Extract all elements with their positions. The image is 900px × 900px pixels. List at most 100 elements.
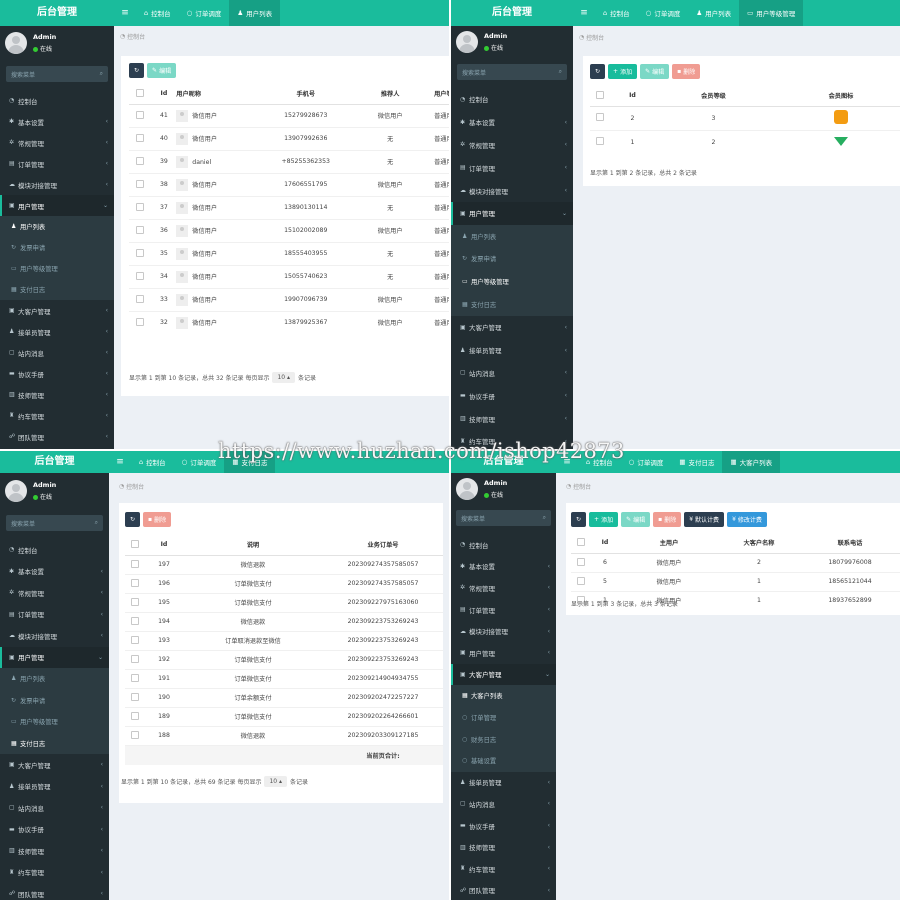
tab-dashboard[interactable]: ⌂ 控制台 xyxy=(131,451,174,473)
delete-button[interactable]: ▪ 删除 xyxy=(672,64,701,79)
sidebar-item-tech[interactable]: ▥ 技师管理 ‹ xyxy=(451,836,556,858)
table-row[interactable]: 32微信用户13879925367微信用户普通用户 xyxy=(129,310,449,334)
sidebar-subitem-user-level[interactable]: ▭ 用户等级管理 xyxy=(451,270,573,294)
edit-button[interactable]: ✎ 编辑 xyxy=(640,64,670,79)
sidebar-item-big-customer[interactable]: ▣ 大客户管理 ‹ xyxy=(0,754,109,776)
table-row[interactable]: 39 daniel +85255362353无普通用户 xyxy=(129,149,449,173)
table-row[interactable]: 5 微信用户 1 18565121044 xyxy=(571,571,900,591)
sidebar-item-messages[interactable]: ▢ 站内消息 ‹ xyxy=(451,362,573,385)
edit-button[interactable]: ✎ 编辑 xyxy=(621,512,651,527)
sidebar-item-modules[interactable]: ☁ 模块对接管理 ‹ xyxy=(0,174,114,195)
sidebar-item-team[interactable]: ☍ 团队管理 ‹ xyxy=(0,426,114,447)
table-row[interactable]: 192 订单微信支付 202309223753269243 xyxy=(125,649,443,669)
row-checkbox[interactable] xyxy=(136,156,145,165)
sidebar-item-car[interactable]: ♜ 约车管理 ‹ xyxy=(451,858,556,880)
table-row[interactable]: 23 xyxy=(590,105,900,130)
table-row[interactable]: 196 订单微信支付 202309274357585057 xyxy=(125,573,443,593)
row-checkbox[interactable] xyxy=(136,202,145,211)
sidebar-subitem-pay-log[interactable]: ▦ 支付日志 xyxy=(451,293,573,316)
sidebar-item-messages[interactable]: ▢ 站内消息 ‹ xyxy=(0,797,109,819)
row-checkbox[interactable] xyxy=(131,559,139,568)
table-row[interactable]: 193 订单取消退款至微信 202309223753269243 xyxy=(125,630,443,650)
row-checkbox[interactable] xyxy=(131,730,139,739)
sidebar-item-tech[interactable]: ▥ 技师管理 ‹ xyxy=(0,840,109,862)
table-row[interactable]: 12 xyxy=(590,129,900,154)
refresh-button[interactable]: ↻ xyxy=(571,512,587,527)
sidebar-item-dashboard[interactable]: ◔ 控制台 xyxy=(451,534,556,556)
tab-big-customer-list[interactable]: ▦ 大客户列表 xyxy=(722,451,781,473)
sidebar-item-tech[interactable]: ▥ 技师管理 ‹ xyxy=(0,384,114,405)
sidebar-item-agreement[interactable]: ▬ 协议手册 ‹ xyxy=(0,363,114,384)
tab-dashboard[interactable]: ⌂ 控制台 xyxy=(595,0,638,26)
sidebar-item-orders[interactable]: ▤ 订单管理 ‹ xyxy=(0,153,114,174)
tab-dashboard[interactable]: ⌂ 控制台 xyxy=(136,0,179,26)
select-all-checkbox[interactable] xyxy=(131,539,139,548)
sidebar-subitem-finance-log[interactable]: ○ 财务日志 xyxy=(451,728,556,750)
table-row[interactable]: 6 微信用户 2 18079976008 xyxy=(571,552,900,572)
tab-order-dispatch[interactable]: ○ 订单调度 xyxy=(638,0,689,26)
sidebar-subitem-withdraw[interactable]: ↻ 发票申请 xyxy=(0,689,109,711)
row-checkbox[interactable] xyxy=(136,294,145,303)
sidebar-item-receiver[interactable]: ♟ 接单员管理 ‹ xyxy=(451,772,556,794)
sidebar-subitem-basic-settings[interactable]: ○ 基础设置 xyxy=(451,749,556,772)
refresh-button[interactable]: ↻ xyxy=(590,64,606,79)
table-row[interactable]: 190 订单余额支付 202309202472257227 xyxy=(125,687,443,707)
sidebar-item-users[interactable]: ▣ 用户管理 ⌄ xyxy=(0,646,109,668)
add-button[interactable]: + 添加 xyxy=(589,512,619,527)
sidebar-item-users[interactable]: ▣ 用户管理 ‹ xyxy=(451,642,556,664)
refresh-button[interactable]: ↻ xyxy=(129,63,145,78)
row-checkbox[interactable] xyxy=(131,578,139,587)
tab-user-list[interactable]: ♟ 用户列表 xyxy=(229,0,281,26)
menu-toggle-icon[interactable]: ≡ xyxy=(114,0,136,26)
tab-pay-log[interactable]: ▦ 支付日志 xyxy=(671,451,722,473)
tab-order-dispatch[interactable]: ○ 订单调度 xyxy=(174,451,225,473)
sidebar-item-users[interactable]: ▣ 用户管理 ⌄ xyxy=(451,201,573,225)
row-checkbox[interactable] xyxy=(136,271,145,280)
table-row[interactable]: 36微信用户15102002089微信用户普通用户 xyxy=(129,218,449,242)
sidebar-item-general[interactable]: ✲ 常规管理 ‹ xyxy=(0,582,109,604)
table-row[interactable]: 35 微信用户 18555403955无普通用户 xyxy=(129,241,449,265)
sidebar-subitem-user-list[interactable]: ♟ 用户列表 xyxy=(0,668,109,690)
sidebar-item-dashboard[interactable]: ◔ 控制台 xyxy=(0,539,109,561)
row-checkbox[interactable] xyxy=(131,673,139,682)
sidebar-item-receiver[interactable]: ♟ 接单员管理 ‹ xyxy=(0,776,109,798)
page-size-select[interactable]: 10 ▴ xyxy=(272,372,296,383)
sidebar-item-messages[interactable]: ▢ 站内消息 ‹ xyxy=(0,342,114,363)
sidebar-item-orders[interactable]: ▤ 订单管理 ‹ xyxy=(451,156,573,179)
sidebar-subitem-user-list[interactable]: ♟ 用户列表 xyxy=(0,216,114,237)
sidebar-item-team[interactable]: ☍ 团队管理 ‹ xyxy=(451,880,556,900)
tab-order-dispatch[interactable]: ○ 订单调度 xyxy=(621,451,672,473)
table-row[interactable]: 34 微信用户 15055740623无普通用户 xyxy=(129,264,449,288)
menu-search-input[interactable]: 搜索菜单 ⌕ xyxy=(6,515,103,531)
tab-user-list[interactable]: ♟ 用户列表 xyxy=(688,0,739,26)
sidebar-item-receiver[interactable]: ♟ 接单员管理 ‹ xyxy=(0,321,114,342)
sidebar-item-car[interactable]: ♜ 约车管理 ‹ xyxy=(0,862,109,884)
delete-button[interactable]: ▪ 删除 xyxy=(653,512,682,527)
sidebar-subitem-user-level[interactable]: ▭ 用户等级管理 xyxy=(0,258,114,279)
sidebar-item-agreement[interactable]: ▬ 协议手册 ‹ xyxy=(451,384,573,407)
sidebar-subitem-user-list[interactable]: ♟ 用户列表 xyxy=(451,224,573,248)
menu-toggle-icon[interactable]: ≡ xyxy=(573,0,595,26)
table-row[interactable]: 197 微信退款 20230927435758505​7 xyxy=(125,554,443,574)
sidebar-item-general[interactable]: ✲ 常规管理 ‹ xyxy=(451,134,573,157)
sidebar-item-basic[interactable]: ✱ 基本设置 ‹ xyxy=(0,111,114,132)
sidebar-item-modules[interactable]: ☁ 模块对接管理 ‹ xyxy=(0,625,109,647)
sidebar-item-big-customer[interactable]: ▣ 大客户管理 ‹ xyxy=(451,316,573,339)
row-checkbox[interactable] xyxy=(136,317,145,326)
sidebar-subitem-withdraw[interactable]: ↻ 发票申请 xyxy=(451,247,573,271)
row-checkbox[interactable] xyxy=(131,635,139,644)
table-row[interactable]: 195 订单微信支付 202309227975163060 xyxy=(125,592,443,612)
row-checkbox[interactable] xyxy=(136,248,145,257)
table-row[interactable]: 194 微信退款 202309223753269243 xyxy=(125,611,443,631)
edit-button[interactable]: ✎ 编辑 xyxy=(147,63,177,78)
table-row[interactable]: 37 微信用户 13890130114无普通用户 xyxy=(129,195,449,219)
row-checkbox[interactable] xyxy=(131,711,139,720)
menu-toggle-icon[interactable]: ≡ xyxy=(109,451,131,473)
row-checkbox[interactable] xyxy=(136,110,145,119)
default-billing-button[interactable]: ¥ 默认计费 xyxy=(684,512,725,527)
sidebar-item-basic[interactable]: ✱ 基本设置 ‹ xyxy=(0,561,109,583)
sidebar-item-orders[interactable]: ▤ 订单管理 ‹ xyxy=(0,604,109,626)
menu-search-input[interactable]: 搜索菜单 ⌕ xyxy=(6,66,108,82)
row-checkbox[interactable] xyxy=(136,133,145,142)
sidebar-subitem-pay-log[interactable]: ▦ 支付日志 xyxy=(0,279,114,300)
